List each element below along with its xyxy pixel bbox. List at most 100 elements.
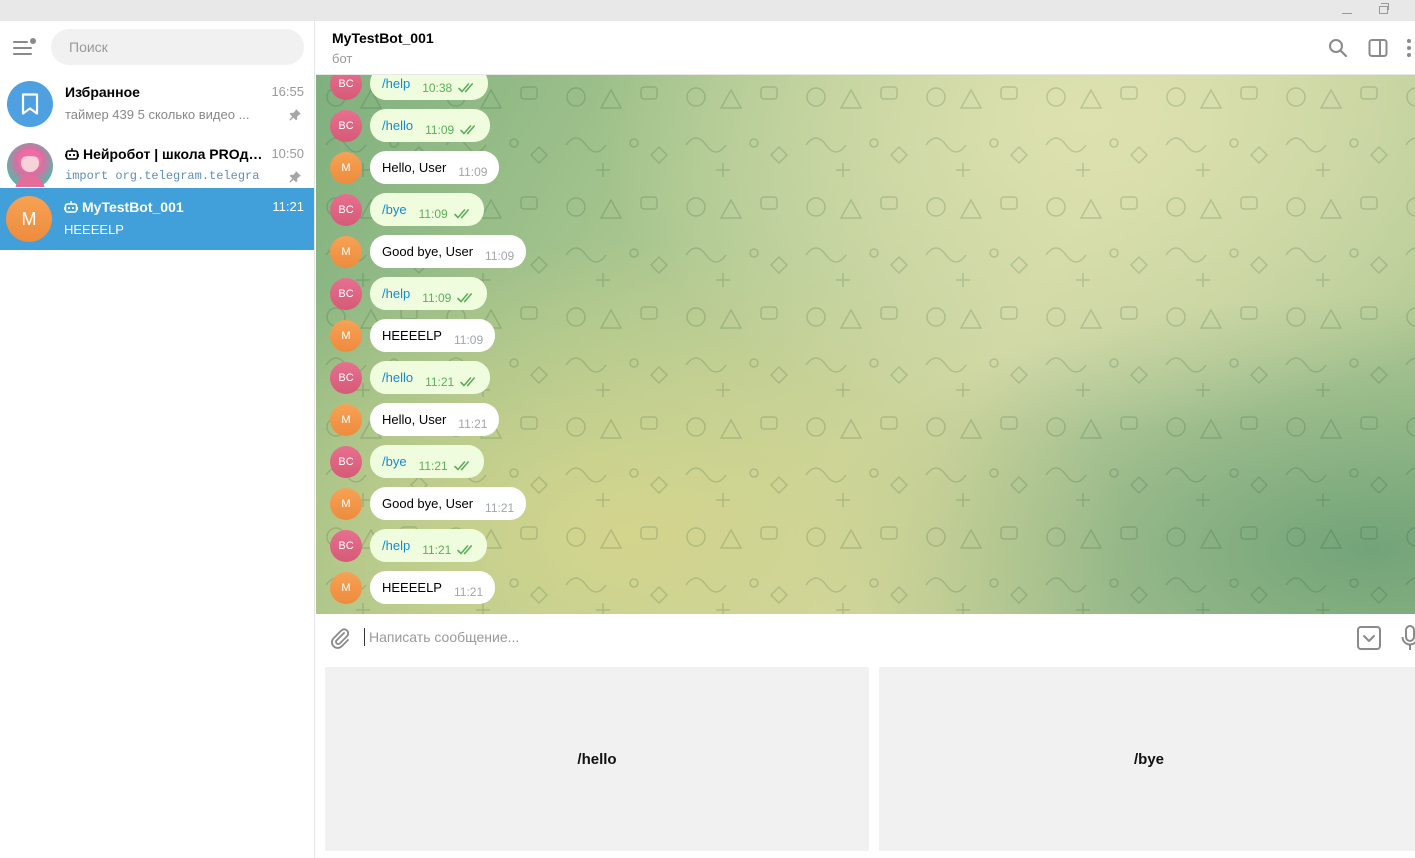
command-link[interactable]: /hello [382,370,413,385]
chat-preview: import org.telegram.telegra [65,169,260,183]
search-icon[interactable] [1328,38,1348,58]
message-time: 11:09 [453,333,484,347]
double-check-icon [457,293,473,303]
minimize-icon [1342,12,1352,14]
command-link[interactable]: /help [382,538,410,553]
message-avatar[interactable]: BC [330,110,362,142]
keyboard-button-bye[interactable]: /bye [879,667,1415,851]
outgoing-message-bubble[interactable]: /help 11:09 [370,277,488,310]
chat-name: Избранное [65,84,140,100]
double-check-icon [453,209,469,219]
chat-time: 10:50 [271,146,304,161]
chat-header: MyTestBot_001 бот [316,21,1415,75]
menu-icon[interactable] [13,38,36,56]
keyboard-button-hello[interactable]: /hello [325,667,869,851]
double-check-icon [460,125,476,135]
message-time: 11:09 [425,123,455,137]
bot-reply-keyboard: /hello /bye [316,662,1415,858]
chat-preview: таймер 439 5 сколько видео ... [65,107,250,122]
minimize-button[interactable] [1338,2,1356,18]
outgoing-message-bubble[interactable]: /help 10:38 [370,75,489,100]
message-time: 11:09 [422,291,452,305]
window-titlebar [0,0,1415,21]
avatar: M [6,196,52,242]
message-time: 11:21 [453,585,484,599]
message-time: 11:09 [485,249,515,263]
more-icon[interactable] [1404,38,1414,58]
avatar [7,143,53,187]
message-avatar[interactable]: M [330,320,362,352]
message-time: 11:21 [458,417,488,431]
message-text: Hello, User [382,160,447,175]
outgoing-message-bubble[interactable]: /bye 11:21 [370,445,484,478]
message-avatar[interactable]: BC [330,446,362,478]
message-time: 11:21 [422,543,452,557]
chat-status: бот [332,51,353,66]
bot-icon [64,201,78,213]
chat-time: 16:55 [271,84,304,99]
incoming-message-bubble[interactable]: Hello, User 11:21 [370,403,500,436]
microphone-icon[interactable] [1401,625,1415,651]
search-input[interactable] [67,38,287,56]
incoming-message-bubble[interactable]: Good bye, User 11:21 [370,487,527,520]
message-area[interactable]: BC/help 10:38 BC/hello 11:09 M Hello, User 11:… [316,75,1415,614]
command-link[interactable]: /help [382,76,410,91]
bot-keyboard-toggle-icon[interactable] [1357,626,1381,650]
message-avatar[interactable]: M [330,488,362,520]
avatar-image-icon [15,149,45,187]
command-link[interactable]: /bye [382,202,407,217]
chat-item-neirobot[interactable]: Нейробот | школа PROдв... 10:50 import o… [0,135,314,187]
double-check-icon [453,461,469,471]
incoming-message-bubble[interactable]: HEEEELP 11:09 [370,319,496,352]
message-avatar[interactable]: BC [330,278,362,310]
command-link[interactable]: /help [382,286,410,301]
chat-name: Нейробот | школа PROдв... [65,146,265,162]
attach-icon[interactable] [330,628,350,650]
message-input[interactable] [364,628,1264,646]
message-time: 11:21 [418,459,448,473]
pin-icon [289,109,301,121]
incoming-message-bubble[interactable]: HEEEELP 11:21 [370,571,496,604]
avatar [7,81,53,127]
message-text: HEEEELP [382,580,442,595]
chat-title[interactable]: MyTestBot_001 [332,30,434,46]
chat-name: MyTestBot_001 [64,199,184,215]
message-text: Good bye, User [382,244,474,259]
message-avatar[interactable]: M [330,152,362,184]
chat-time: 11:21 [272,199,304,214]
restore-button[interactable] [1374,2,1392,18]
message-text: Hello, User [382,412,447,427]
chat-item-saved[interactable]: Избранное 16:55 таймер 439 5 сколько вид… [0,73,314,135]
message-text: Good bye, User [382,496,474,511]
chat-item-mytestbot[interactable]: M MyTestBot_001 11:21 HEEEELP [0,188,314,250]
double-check-icon [460,377,476,387]
outgoing-message-bubble[interactable]: /help 11:21 [370,529,488,562]
message-avatar[interactable]: M [330,404,362,436]
bot-icon [65,148,79,160]
outgoing-message-bubble[interactable]: /hello 11:21 [370,361,491,394]
message-time: 11:09 [418,207,448,221]
message-time: 11:09 [458,165,488,179]
message-time: 10:38 [422,81,453,95]
bookmark-icon [21,93,39,115]
chat-name-text: MyTestBot_001 [82,199,184,215]
search-box[interactable] [51,29,304,65]
sidebar-toggle-icon[interactable] [1368,38,1388,58]
chat-sidebar: Избранное 16:55 таймер 439 5 сколько вид… [0,21,315,858]
message-avatar[interactable]: BC [330,362,362,394]
chat-preview: HEEEELP [64,222,124,237]
message-avatar[interactable]: M [330,236,362,268]
command-link[interactable]: /hello [382,118,413,133]
message-avatar[interactable]: BC [330,530,362,562]
message-avatar[interactable]: M [330,572,362,604]
command-link[interactable]: /bye [382,454,407,469]
outgoing-message-bubble[interactable]: /bye 11:09 [370,193,484,226]
incoming-message-bubble[interactable]: Good bye, User 11:09 [370,235,527,268]
message-avatar[interactable]: BC [330,194,362,226]
pin-icon [289,171,301,183]
message-time: 11:21 [485,501,515,515]
chat-name-text: Нейробот | школа PROдв... [83,146,265,162]
double-check-icon [458,83,474,93]
outgoing-message-bubble[interactable]: /hello 11:09 [370,109,491,142]
incoming-message-bubble[interactable]: Hello, User 11:09 [370,151,500,184]
